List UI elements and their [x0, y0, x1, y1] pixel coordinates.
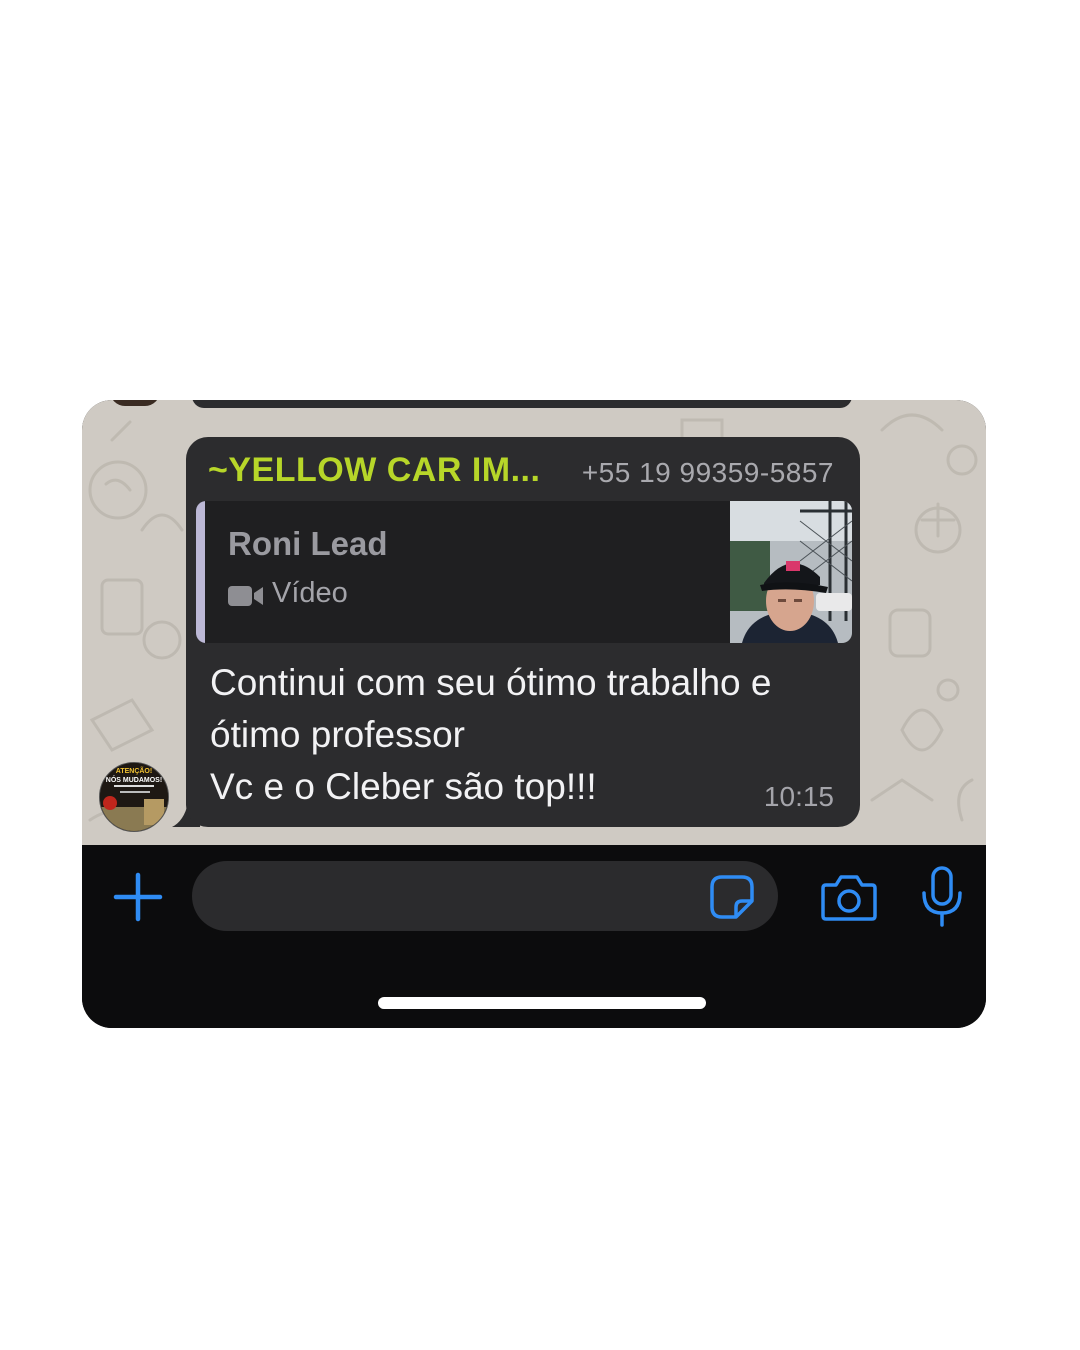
- microphone-icon: [922, 866, 962, 927]
- chat-screen: ATENÇÃO! NÓS MUDAMOS! ~YELLOW CAR IM... …: [82, 400, 986, 1028]
- camera-icon: [821, 875, 877, 921]
- quoted-video-thumbnail: [730, 501, 852, 643]
- avatar-image: ATENÇÃO! NÓS MUDAMOS!: [100, 763, 168, 831]
- chat-messages-area[interactable]: ATENÇÃO! NÓS MUDAMOS! ~YELLOW CAR IM... …: [82, 400, 986, 845]
- quote-accent-bar: [196, 501, 205, 643]
- previous-message-bubble: [192, 400, 852, 408]
- video-camera-icon: [228, 586, 263, 606]
- camera-button[interactable]: [820, 873, 878, 923]
- message-timestamp: 10:15: [763, 781, 834, 812]
- message-bubble[interactable]: ~YELLOW CAR IM... +55 19 99359-5857 Roni…: [186, 437, 860, 827]
- sender-phone[interactable]: +55 19 99359-5857: [582, 457, 834, 489]
- attach-plus-button[interactable]: [112, 871, 164, 923]
- voice-message-button[interactable]: [918, 865, 966, 929]
- avatar-headline-text: ATENÇÃO!: [116, 766, 152, 775]
- sender-avatar[interactable]: ATENÇÃO! NÓS MUDAMOS!: [99, 762, 169, 832]
- avatar-subline-text: NÓS MUDAMOS!: [106, 775, 162, 784]
- composer-bar: [82, 845, 986, 1028]
- message-input[interactable]: [192, 861, 778, 931]
- message-text[interactable]: Continui com seu ótimo trabalho e ótimo …: [210, 657, 840, 813]
- message-header: ~YELLOW CAR IM... +55 19 99359-5857: [208, 451, 834, 491]
- quoted-author: Roni Lead: [228, 525, 388, 562]
- message-text-line: Vc e o Cleber são top!!!: [210, 766, 597, 807]
- quoted-message[interactable]: Roni Lead Vídeo: [196, 501, 852, 643]
- sender-name[interactable]: ~YELLOW CAR IM...: [208, 451, 540, 490]
- message-text-line: ótimo professor: [210, 714, 465, 755]
- plus-icon: [113, 872, 163, 922]
- sticker-icon: [710, 875, 754, 919]
- home-indicator[interactable]: [378, 997, 706, 1009]
- sticker-button[interactable]: [708, 873, 756, 921]
- quoted-type-label: Vídeo: [272, 577, 348, 609]
- message-text-line: Continui com seu ótimo trabalho e: [210, 662, 772, 703]
